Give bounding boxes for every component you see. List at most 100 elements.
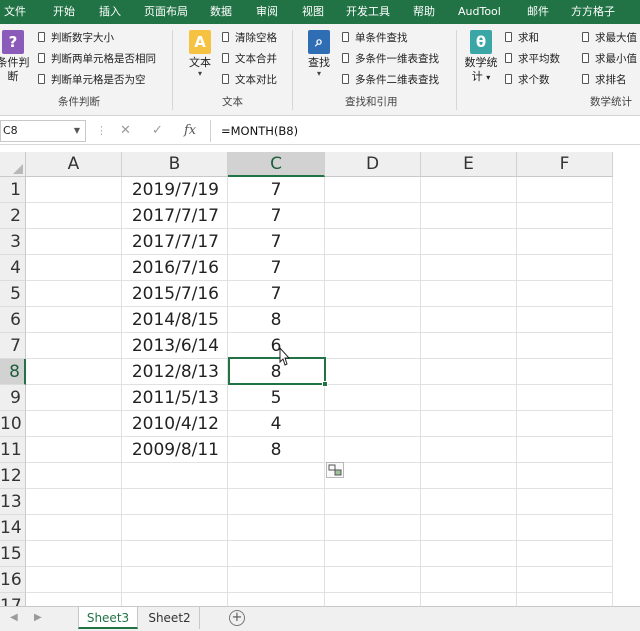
row-header-1[interactable]: 1 [0,177,26,203]
cell-e9[interactable] [421,385,517,411]
auto-fill-options-icon[interactable] [326,462,344,478]
insert-function-icon[interactable]: fx [184,122,196,140]
cell-a13[interactable] [26,489,122,515]
cell-b11[interactable]: 2009/8/11 [122,437,228,463]
row-header-8[interactable]: 8 [0,359,26,385]
cell-e13[interactable] [421,489,517,515]
tab-fangfang[interactable]: 方方格子 [571,0,615,24]
cell-b2[interactable]: 2017/7/17 [122,203,228,229]
cell-a8[interactable] [26,359,122,385]
sheet-tab-sheet2[interactable]: Sheet2 [140,607,200,629]
cell-e16[interactable] [421,567,517,593]
cell-c10[interactable]: 4 [228,411,325,437]
cell-d7[interactable] [325,333,421,359]
cell-b1[interactable]: 2019/7/19 [122,177,228,203]
cell-d10[interactable] [325,411,421,437]
cell-e2[interactable] [421,203,517,229]
tab-view[interactable]: 视图 [302,0,324,24]
cell-c6[interactable]: 8 [228,307,325,333]
column-header-c[interactable]: C [228,152,325,177]
cell-d4[interactable] [325,255,421,281]
text-merge-button[interactable]: 文本合并 [222,50,277,68]
row-header-3[interactable]: 3 [0,229,26,255]
judge-number-size-button[interactable]: 判断数字大小 [38,29,114,47]
cell-c17[interactable] [228,593,325,606]
cell-b13[interactable] [122,489,228,515]
chevron-down-icon[interactable]: ▼ [74,121,80,141]
count-button[interactable]: 求个数 [505,71,550,89]
cell-c11[interactable]: 8 [228,437,325,463]
cell-f15[interactable] [517,541,613,567]
tab-developer[interactable]: 开发工具 [346,0,390,24]
cell-a5[interactable] [26,281,122,307]
cell-b5[interactable]: 2015/7/16 [122,281,228,307]
max-button[interactable]: 求最大值 [582,29,637,47]
cell-a11[interactable] [26,437,122,463]
cell-e14[interactable] [421,515,517,541]
tab-insert[interactable]: 插入 [99,0,121,24]
tab-review[interactable]: 审阅 [256,0,278,24]
select-all-corner[interactable] [0,152,26,177]
cell-d14[interactable] [325,515,421,541]
row-header-6[interactable]: 6 [0,307,26,333]
row-header-2[interactable]: 2 [0,203,26,229]
tab-page-layout[interactable]: 页面布局 [144,0,188,24]
cell-e3[interactable] [421,229,517,255]
cell-a10[interactable] [26,411,122,437]
tab-data[interactable]: 数据 [210,0,232,24]
cell-f16[interactable] [517,567,613,593]
cell-b9[interactable]: 2011/5/13 [122,385,228,411]
min-button[interactable]: 求最小值 [582,50,637,68]
cell-f9[interactable] [517,385,613,411]
tab-help[interactable]: 帮助 [413,0,435,24]
average-button[interactable]: 求平均数 [505,50,560,68]
single-condition-lookup-button[interactable]: 单条件查找 [342,29,408,47]
cell-c13[interactable] [228,489,325,515]
column-header-f[interactable]: F [517,152,613,177]
enter-check-icon[interactable]: ✓ [152,122,163,140]
condition-judge-button[interactable]: ? 条件判 断 [0,30,30,84]
cell-f5[interactable] [517,281,613,307]
cell-c1[interactable]: 7 [228,177,325,203]
row-header-4[interactable]: 4 [0,255,26,281]
add-sheet-icon[interactable]: + [229,610,245,626]
cell-c3[interactable]: 7 [228,229,325,255]
lookup-button[interactable]: ⌕ 查找 ▾ [303,30,335,78]
multi-condition-1d-lookup-button[interactable]: 多条件一维表查找 [342,50,439,68]
scroll-right-icon[interactable]: ▶ [34,612,42,623]
judge-cells-same-button[interactable]: 判断两单元格是否相同 [38,50,156,68]
row-header-11[interactable]: 11 [0,437,26,463]
cell-c4[interactable]: 7 [228,255,325,281]
cell-f1[interactable] [517,177,613,203]
cell-e12[interactable] [421,463,517,489]
cell-a7[interactable] [26,333,122,359]
cell-c16[interactable] [228,567,325,593]
text-button[interactable]: A 文本 ▾ [184,30,216,78]
cell-c12[interactable] [228,463,325,489]
cell-a1[interactable] [26,177,122,203]
cell-e6[interactable] [421,307,517,333]
clear-spaces-button[interactable]: 清除空格 [222,29,277,47]
cell-a2[interactable] [26,203,122,229]
cell-e17[interactable] [421,593,517,606]
cell-e8[interactable] [421,359,517,385]
cell-b3[interactable]: 2017/7/17 [122,229,228,255]
judge-cell-empty-button[interactable]: 判断单元格是否为空 [38,71,146,89]
cell-a9[interactable] [26,385,122,411]
cell-e7[interactable] [421,333,517,359]
column-header-a[interactable]: A [26,152,122,177]
sheet-tab-sheet3[interactable]: Sheet3 [78,607,138,629]
cell-f17[interactable] [517,593,613,606]
tab-home[interactable]: 开始 [53,0,75,24]
cell-a15[interactable] [26,541,122,567]
cell-b6[interactable]: 2014/8/15 [122,307,228,333]
cell-e10[interactable] [421,411,517,437]
column-header-b[interactable]: B [122,152,228,177]
cell-c15[interactable] [228,541,325,567]
cell-d9[interactable] [325,385,421,411]
cell-e15[interactable] [421,541,517,567]
cell-d15[interactable] [325,541,421,567]
cell-a12[interactable] [26,463,122,489]
cell-c5[interactable]: 7 [228,281,325,307]
row-header-10[interactable]: 10 [0,411,26,437]
